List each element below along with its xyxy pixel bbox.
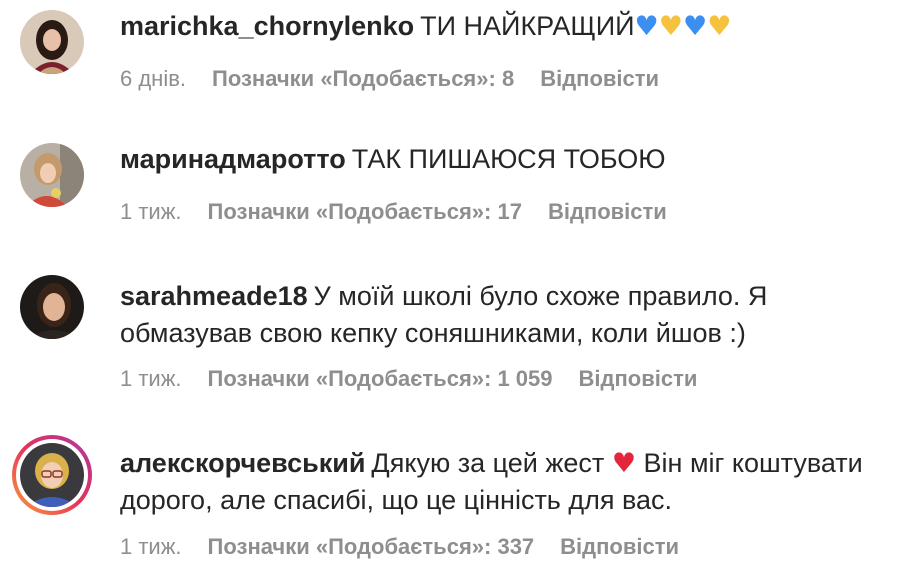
avatar-ring-gap [16, 439, 88, 511]
comment-body: ТАК ПИШАЮСЯ ТОБОЮ [351, 144, 666, 174]
comment-timestamp[interactable]: 1 тиж. [120, 534, 182, 560]
comment-timestamp[interactable]: 6 днів. [120, 66, 186, 92]
yellow-heart-emoji: ♥ [658, 11, 683, 42]
comment-body: ТИ НАЙКРАЩИЙ [420, 11, 635, 41]
comment-timestamp[interactable]: 1 тиж. [120, 366, 182, 392]
reply-button[interactable]: Відповісти [540, 66, 659, 92]
avatar[interactable] [20, 275, 84, 339]
comment-username[interactable]: маринадмаротто [120, 144, 346, 174]
likes-count[interactable]: Позначки «Подобається»: 1 059 [208, 366, 553, 392]
comment-username[interactable]: marichka_chornylenko [120, 11, 414, 41]
comment-text: маринадмаротто ТАК ПИШАЮСЯ ТОБОЮ [120, 141, 880, 178]
comment-username[interactable]: алекскорчевський [120, 448, 365, 478]
blue-heart-emoji: ♥ [634, 11, 659, 42]
avatar-story-ring[interactable] [12, 435, 92, 515]
likes-count[interactable]: Позначки «Подобається»: 17 [208, 199, 522, 225]
avatar [20, 443, 84, 507]
comment-meta: 6 днів. Позначки «Подобається»: 8 Відповіс… [120, 66, 659, 92]
reply-button[interactable]: Відповісти [548, 199, 667, 225]
comment-meta: 1 тиж. Позначки «Подобається»: 337 Відпові… [120, 534, 679, 560]
comment-meta: 1 тиж. Позначки «Подобається»: 17 Відповіс… [120, 199, 667, 225]
yellow-heart-emoji: ♥ [707, 11, 732, 42]
comment-text: алекскорчевський Дякую за цей жест ♥ Він … [120, 445, 880, 519]
blue-heart-emoji: ♥ [682, 11, 708, 42]
reply-button[interactable]: Відповісти [579, 366, 698, 392]
comment-text: marichka_chornylenko ТИ НАЙКРАЩИЙ♥♥♥♥ [120, 8, 880, 45]
likes-count[interactable]: Позначки «Подобається»: 337 [208, 534, 535, 560]
comment-meta: 1 тиж. Позначки «Подобається»: 1 059 Відпо… [120, 366, 697, 392]
avatar[interactable] [20, 143, 84, 207]
reply-button[interactable]: Відповісти [560, 534, 679, 560]
comment-timestamp[interactable]: 1 тиж. [120, 199, 182, 225]
likes-count[interactable]: Позначки «Подобається»: 8 [212, 66, 514, 92]
comment-text: sarahmeade18 У моїй школі було схоже прав… [120, 278, 880, 352]
comment-username[interactable]: sarahmeade18 [120, 281, 308, 311]
comment-body: Дякую за цей жест [371, 448, 605, 478]
avatar[interactable] [20, 10, 84, 74]
red-heart-emoji: ♥ [611, 448, 637, 479]
